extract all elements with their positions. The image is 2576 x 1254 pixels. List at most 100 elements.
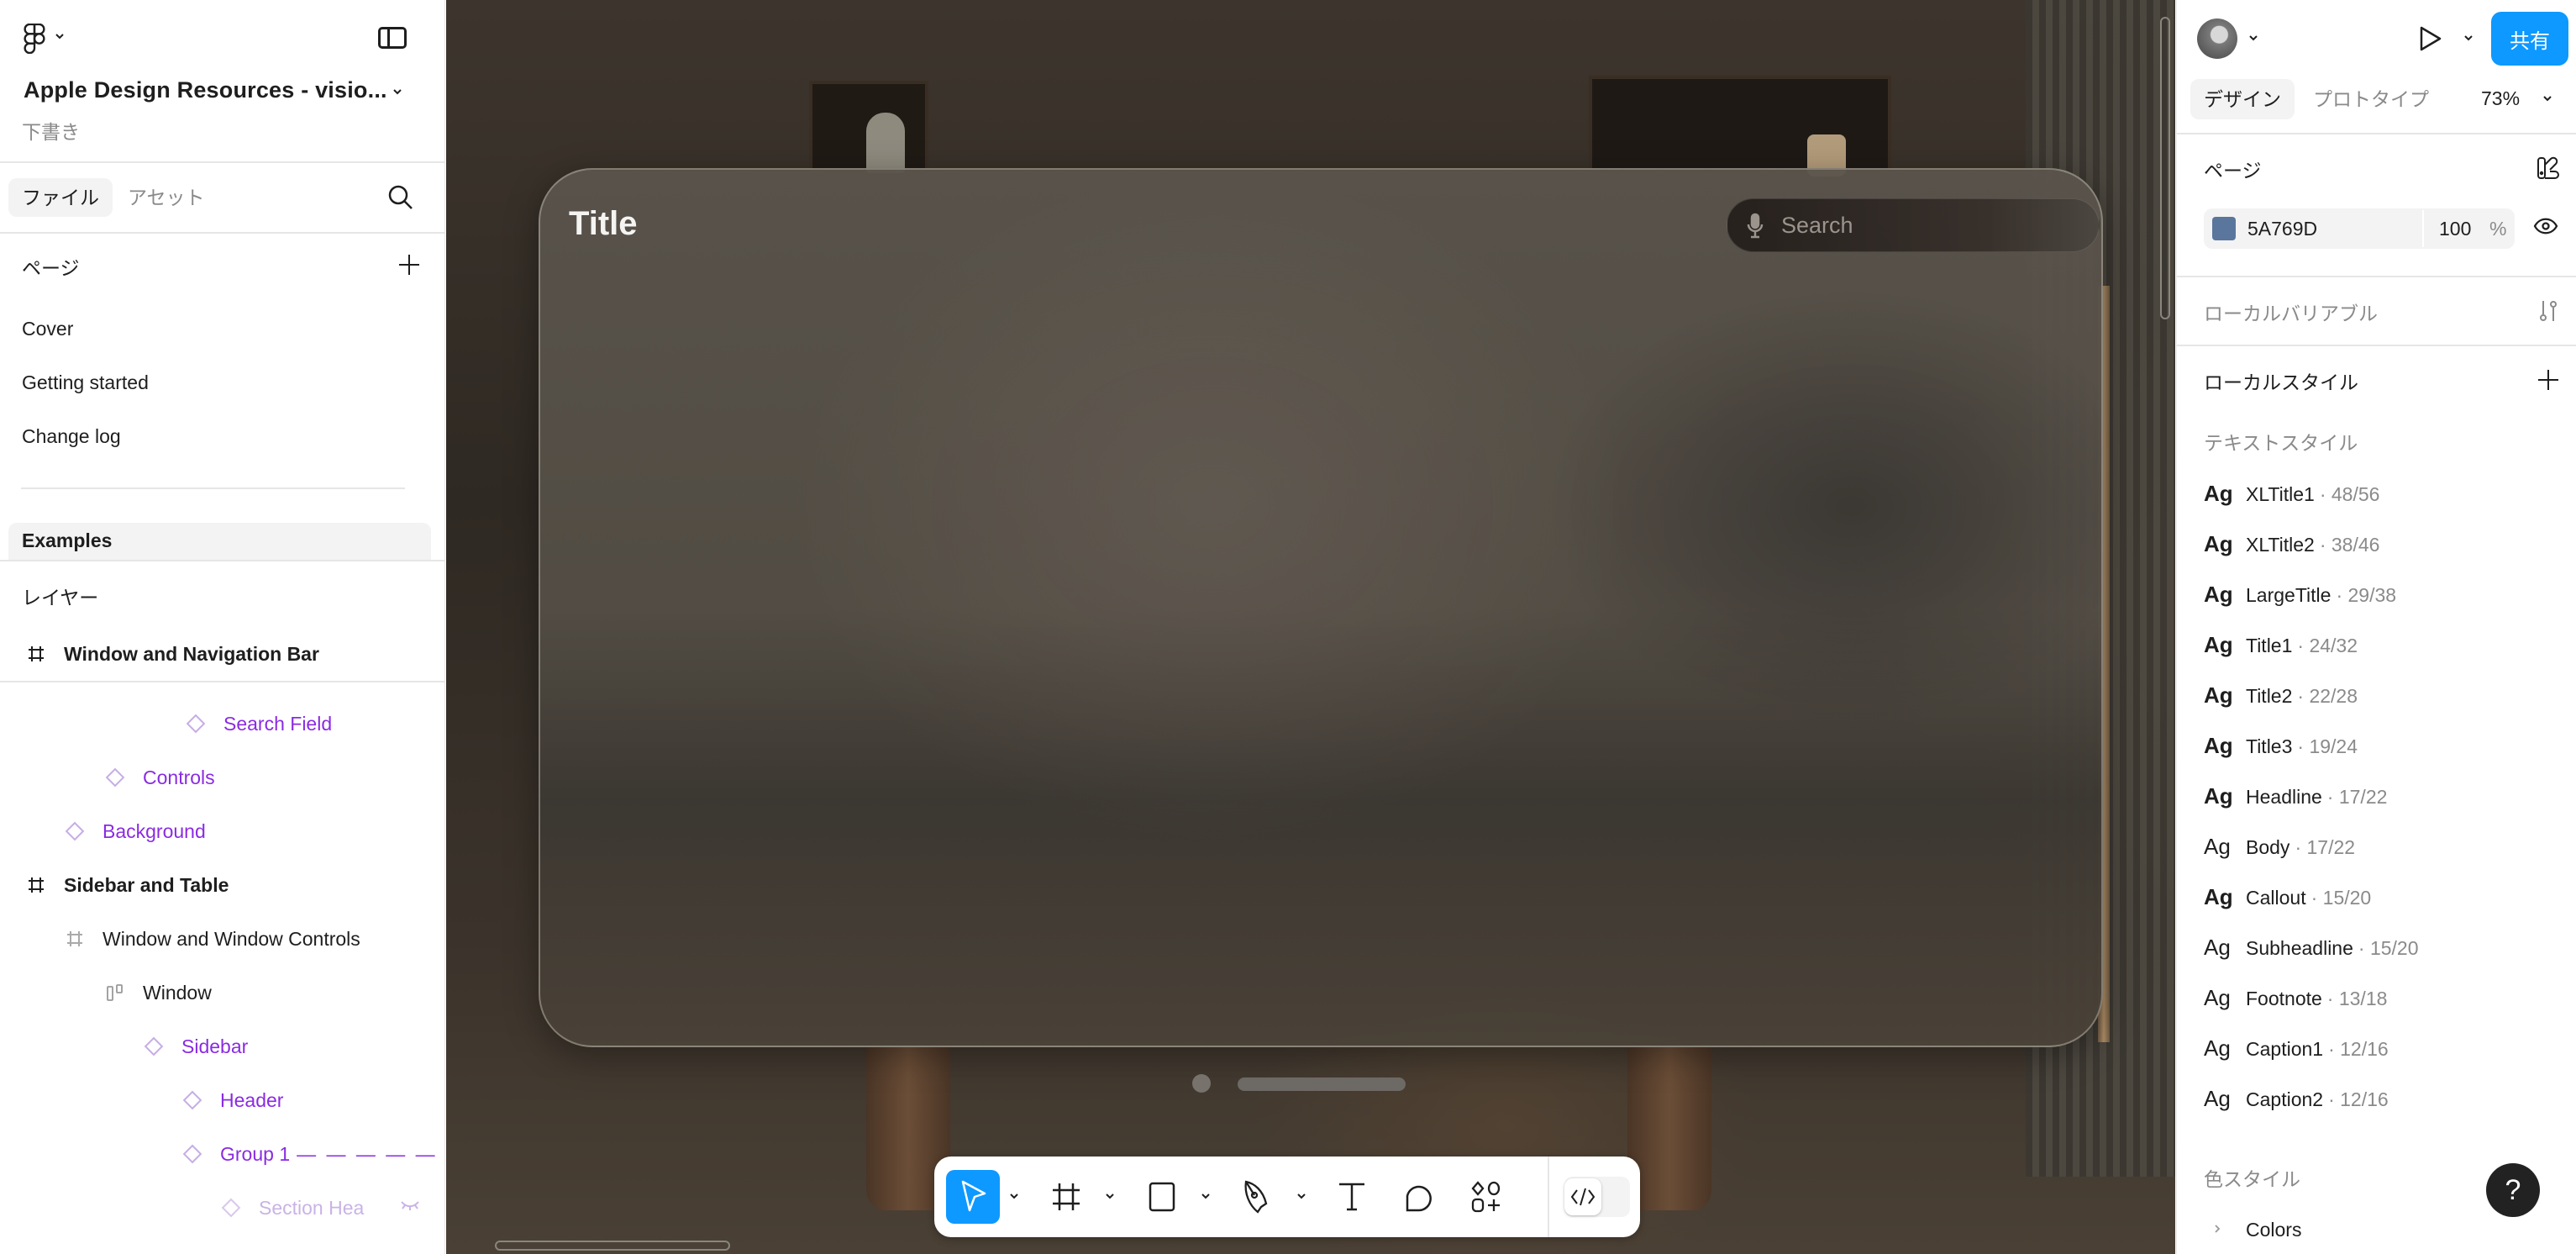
layer-row[interactable]: Section Hea bbox=[222, 1191, 390, 1225]
text-tool-button[interactable] bbox=[1326, 1170, 1378, 1224]
search-field[interactable]: Search bbox=[1727, 198, 2100, 252]
layer-row[interactable]: Sidebar and Table bbox=[27, 868, 229, 902]
move-tool-button[interactable] bbox=[946, 1170, 1000, 1224]
search-icon[interactable] bbox=[386, 183, 415, 212]
color-swatch[interactable] bbox=[2212, 217, 2236, 240]
pen-tool-button[interactable] bbox=[1232, 1170, 1284, 1224]
actions-button[interactable] bbox=[1460, 1170, 1512, 1224]
text-style-name: Headline bbox=[2246, 786, 2322, 808]
frame-tool-button[interactable] bbox=[1040, 1170, 1092, 1224]
add-style-icon[interactable] bbox=[2537, 368, 2560, 392]
visionos-window[interactable]: Title Search bbox=[539, 168, 2103, 1047]
text-style-item[interactable]: Ag Subheadline · 15/20 bbox=[2204, 935, 2419, 968]
toggle-sidebar-icon[interactable] bbox=[378, 27, 407, 49]
play-icon[interactable] bbox=[2419, 25, 2442, 52]
microphone-icon[interactable] bbox=[1746, 213, 1764, 240]
hex-value[interactable]: 5A769D bbox=[2247, 218, 2317, 240]
component-instance-icon bbox=[65, 821, 85, 841]
eye-closed-icon[interactable] bbox=[400, 1199, 420, 1212]
pages-heading: ページ bbox=[22, 257, 80, 279]
chevron-down-icon[interactable] bbox=[54, 30, 66, 42]
layers-heading: レイヤー bbox=[22, 587, 99, 609]
text-style-item[interactable]: Ag Title1 · 24/32 bbox=[2204, 632, 2358, 666]
pen-icon bbox=[1244, 1180, 1268, 1214]
layer-suffix: — — — — — — — bbox=[297, 1142, 444, 1165]
text-style-size: · 12/16 bbox=[2328, 1088, 2389, 1110]
variables-icon[interactable] bbox=[2537, 299, 2560, 323]
tab-assets[interactable]: アセット bbox=[114, 178, 218, 217]
layer-row[interactable]: Search Field bbox=[186, 707, 333, 740]
tab-prototype[interactable]: プロトタイプ bbox=[2300, 79, 2442, 119]
comment-icon bbox=[1406, 1185, 1432, 1212]
text-style-name: Body bbox=[2246, 836, 2290, 858]
text-style-preview-icon: Ag bbox=[2204, 985, 2231, 1010]
chevron-down-icon[interactable] bbox=[1008, 1190, 1020, 1202]
color-styles-heading: 色スタイル bbox=[2204, 1168, 2300, 1190]
chevron-down-icon[interactable] bbox=[1296, 1190, 1307, 1202]
divider bbox=[2177, 345, 2576, 346]
tab-file[interactable]: ファイル bbox=[8, 178, 113, 217]
chevron-down-icon[interactable] bbox=[1200, 1190, 1212, 1202]
layer-row[interactable]: Background bbox=[65, 814, 206, 848]
file-title[interactable]: Apple Design Resources - visio... bbox=[24, 77, 387, 103]
layer-row[interactable]: Window bbox=[106, 976, 212, 1009]
figma-logo-icon[interactable] bbox=[24, 24, 45, 54]
page-color-field[interactable]: 5A769D 100 % bbox=[2204, 208, 2515, 249]
zoom-level[interactable]: 73% bbox=[2481, 87, 2520, 110]
layer-row[interactable]: Group 1 — — — — — — — bbox=[182, 1137, 444, 1171]
chevron-down-icon[interactable] bbox=[2542, 92, 2553, 104]
share-button[interactable]: 共有 bbox=[2491, 12, 2568, 66]
layer-row[interactable]: Header bbox=[182, 1083, 283, 1117]
layer-row[interactable]: Window and Navigation Bar bbox=[27, 637, 319, 671]
page-item-selected[interactable]: Examples bbox=[8, 523, 431, 561]
color-group-colors[interactable]: Colors bbox=[2246, 1219, 2301, 1241]
text-style-item[interactable]: Ag LargeTitle · 29/38 bbox=[2204, 582, 2396, 615]
text-style-size: · 15/20 bbox=[2311, 887, 2372, 909]
horizontal-scrollbar[interactable] bbox=[495, 1241, 730, 1251]
text-style-item[interactable]: Ag XLTitle2 · 38/46 bbox=[2204, 531, 2379, 565]
user-avatar[interactable] bbox=[2197, 18, 2237, 59]
library-icon[interactable] bbox=[2537, 156, 2560, 180]
layer-row[interactable]: Window and Window Controls bbox=[66, 922, 360, 956]
component-instance-icon bbox=[186, 714, 206, 734]
dev-mode-toggle[interactable] bbox=[1564, 1177, 1630, 1217]
chevron-right-icon[interactable] bbox=[2212, 1224, 2222, 1234]
rectangle-tool-button[interactable] bbox=[1136, 1170, 1188, 1224]
tab-design[interactable]: デザイン bbox=[2190, 79, 2295, 119]
dev-mode-knob bbox=[1564, 1178, 1601, 1215]
opacity-value[interactable]: 100 bbox=[2439, 218, 2471, 240]
text-style-name: LargeTitle bbox=[2246, 584, 2332, 606]
chevron-down-icon[interactable] bbox=[392, 86, 403, 97]
window-grabber[interactable] bbox=[1238, 1077, 1406, 1091]
text-style-item[interactable]: Ag Headline · 17/22 bbox=[2204, 783, 2387, 817]
text-style-item[interactable]: Ag Callout · 15/20 bbox=[2204, 884, 2371, 918]
layer-label: Window and Window Controls bbox=[103, 927, 360, 950]
text-style-item[interactable]: Ag Body · 17/22 bbox=[2204, 834, 2355, 867]
chevron-down-icon[interactable] bbox=[2247, 32, 2259, 44]
chevron-down-icon[interactable] bbox=[1104, 1190, 1116, 1202]
text-style-size: · 24/32 bbox=[2297, 635, 2358, 656]
text-style-preview-icon: Ag bbox=[2204, 834, 2231, 859]
text-style-item[interactable]: Ag Caption1 · 12/16 bbox=[2204, 1035, 2389, 1069]
comment-tool-button[interactable] bbox=[1393, 1170, 1445, 1224]
text-style-item[interactable]: Ag Title3 · 19/24 bbox=[2204, 733, 2358, 767]
text-style-item[interactable]: Ag Title2 · 22/28 bbox=[2204, 682, 2358, 716]
help-button[interactable]: ? bbox=[2486, 1163, 2540, 1217]
layer-row[interactable]: Controls bbox=[105, 761, 215, 794]
page-item[interactable]: Cover bbox=[22, 318, 73, 340]
layer-row[interactable]: Sidebar bbox=[144, 1030, 248, 1063]
page-heading: ページ bbox=[2204, 160, 2262, 182]
eye-icon[interactable] bbox=[2533, 217, 2558, 235]
text-style-item[interactable]: Ag Caption2 · 12/16 bbox=[2204, 1086, 2389, 1120]
page-item[interactable]: Getting started bbox=[22, 371, 149, 394]
layer-label: Search Field bbox=[223, 712, 333, 735]
canvas[interactable]: Title Search bbox=[446, 0, 2175, 1254]
text-style-item[interactable]: Ag XLTitle1 · 48/56 bbox=[2204, 481, 2379, 514]
chevron-down-icon[interactable] bbox=[2463, 32, 2474, 44]
vertical-scrollbar[interactable] bbox=[2160, 17, 2170, 319]
text-style-item[interactable]: Ag Footnote · 13/18 bbox=[2204, 985, 2387, 1019]
window-close-dot[interactable] bbox=[1192, 1074, 1211, 1093]
add-page-icon[interactable] bbox=[398, 254, 420, 276]
local-variables-heading[interactable]: ローカルバリアブル bbox=[2204, 298, 2378, 326]
page-item[interactable]: Change log bbox=[22, 425, 121, 448]
